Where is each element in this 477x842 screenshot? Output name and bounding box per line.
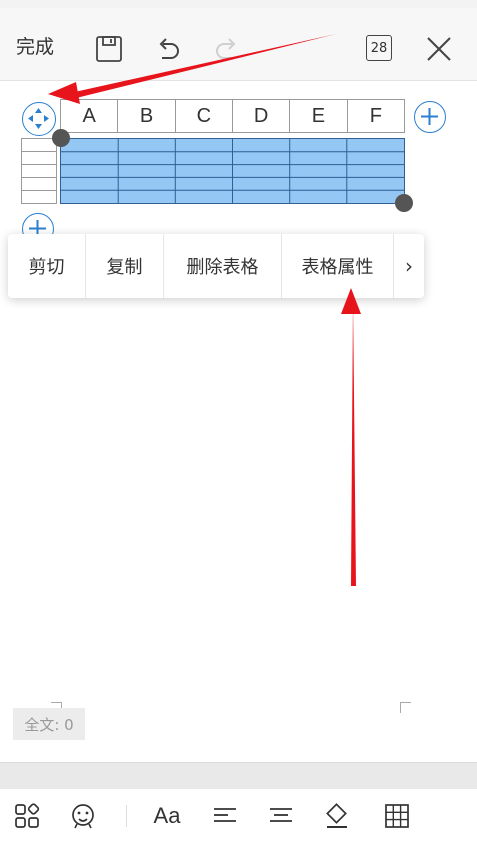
menu-item-cut[interactable]: 剪切	[8, 234, 86, 298]
pages-icon[interactable]: 28	[366, 35, 392, 61]
layout-icon[interactable]	[12, 801, 42, 831]
row-header[interactable]	[22, 165, 56, 178]
column-header[interactable]: B	[118, 100, 176, 132]
undo-icon[interactable]	[153, 34, 183, 64]
arrow-to-table-properties	[341, 288, 361, 586]
row-header[interactable]	[22, 191, 56, 203]
page-corner-mark	[400, 702, 411, 713]
toolbar-separator	[126, 805, 127, 827]
row-header[interactable]	[22, 152, 56, 165]
column-header[interactable]: D	[233, 100, 291, 132]
align-center-icon[interactable]	[266, 801, 296, 831]
table-move-handle-icon[interactable]	[22, 102, 56, 136]
font-icon[interactable]: Aa	[152, 801, 182, 831]
column-header-bar: A B C D E F	[60, 99, 405, 133]
column-header[interactable]: E	[290, 100, 348, 132]
row-header[interactable]	[22, 178, 56, 191]
context-menu: 剪切 复制 删除表格 表格属性 ›	[8, 234, 424, 298]
row-header-bar	[21, 138, 57, 204]
selection-handle-end[interactable]	[395, 194, 413, 212]
word-count-badge[interactable]: 全文: 0	[13, 708, 85, 740]
selected-table[interactable]	[60, 138, 405, 204]
align-left-icon[interactable]	[210, 801, 240, 831]
selection-handle-start[interactable]	[52, 129, 70, 147]
fill-icon[interactable]	[322, 801, 352, 831]
row-header[interactable]	[22, 139, 56, 152]
add-column-icon[interactable]	[414, 101, 446, 133]
menu-item-delete-table[interactable]: 删除表格	[164, 234, 282, 298]
column-header[interactable]: A	[61, 100, 119, 132]
emoji-icon[interactable]	[68, 801, 98, 831]
redo-icon	[212, 34, 242, 64]
close-icon[interactable]	[422, 32, 456, 66]
top-toolbar: 完成 28	[0, 8, 477, 81]
table-icon[interactable]	[382, 801, 412, 831]
done-button[interactable]: 完成	[16, 32, 54, 59]
menu-item-table-properties[interactable]: 表格属性	[282, 234, 394, 298]
bottom-toolbar: Aa	[0, 789, 477, 842]
status-bar	[0, 0, 477, 8]
menu-more-chevron-icon[interactable]: ›	[394, 234, 424, 298]
column-header[interactable]: C	[176, 100, 233, 132]
divider-bar	[0, 762, 477, 789]
menu-item-copy[interactable]: 复制	[86, 234, 164, 298]
save-icon[interactable]	[94, 34, 124, 64]
column-header[interactable]: F	[348, 100, 404, 132]
